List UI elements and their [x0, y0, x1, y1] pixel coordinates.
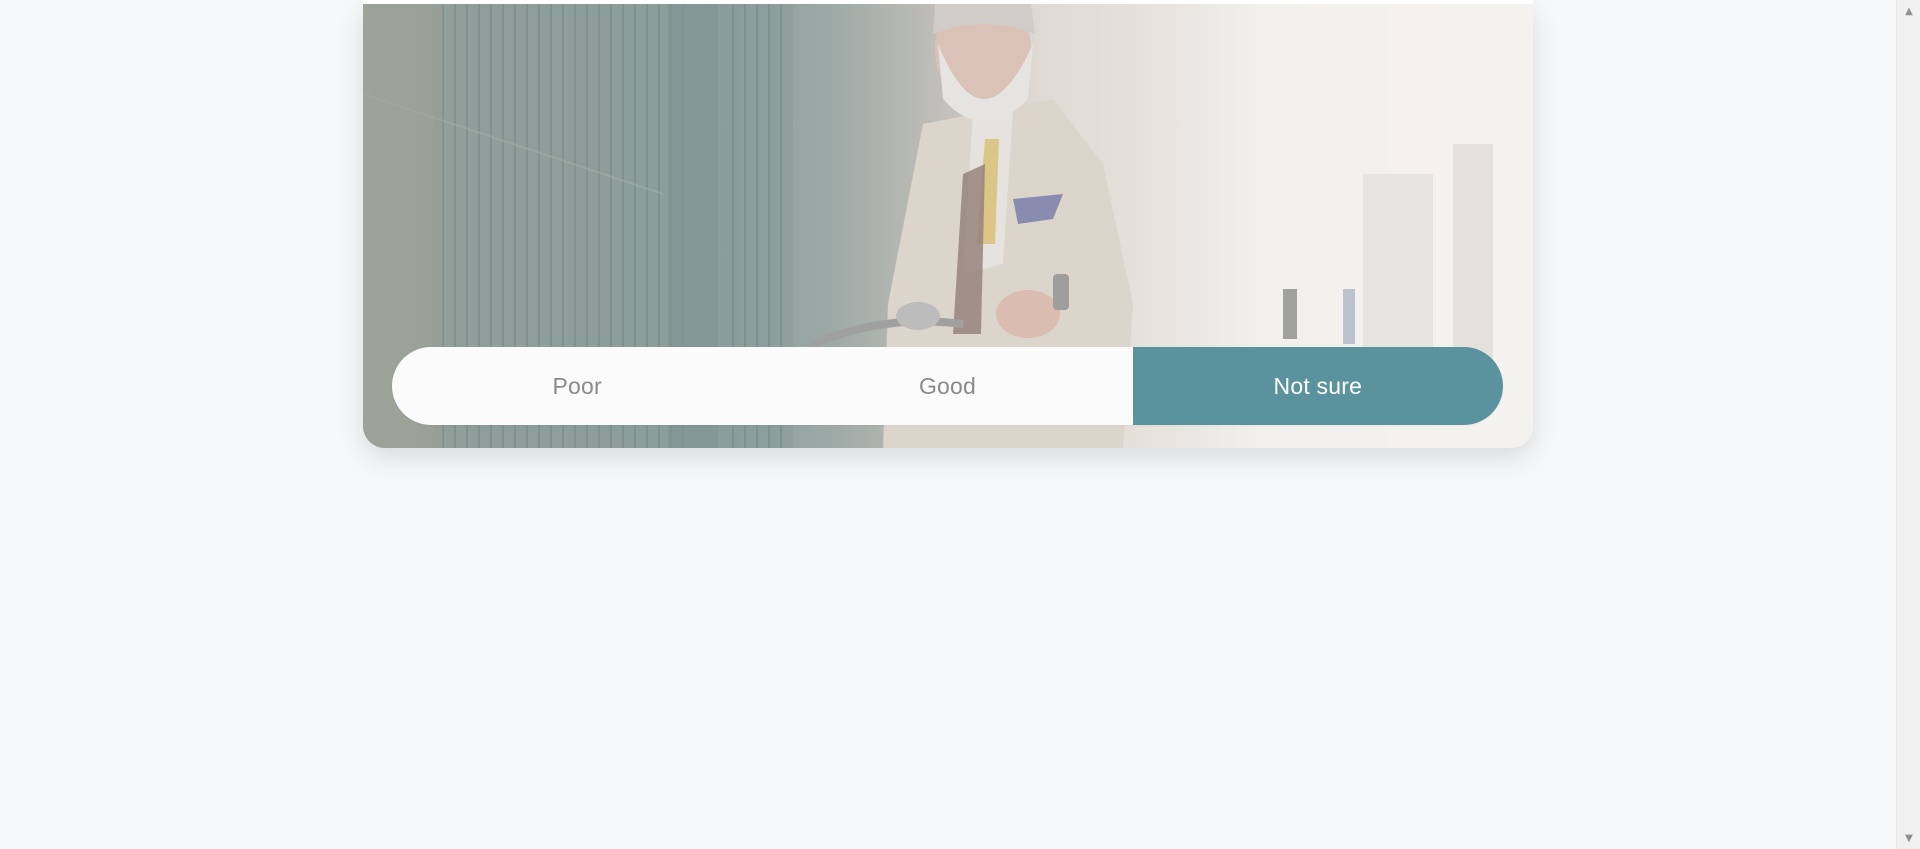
- rating-option-not-sure[interactable]: Not sure: [1132, 347, 1503, 425]
- page: Poor Good Not sure ▲ ▼: [0, 0, 1920, 849]
- triangle-up-icon[interactable]: ▲: [1897, 2, 1920, 20]
- rating-option-good[interactable]: Good: [762, 347, 1132, 425]
- page-scrollbar[interactable]: ▲ ▼: [1896, 0, 1920, 849]
- rating-segmented-control: Poor Good Not sure: [392, 347, 1503, 425]
- rating-card: Poor Good Not sure: [363, 0, 1533, 448]
- rating-option-poor[interactable]: Poor: [392, 347, 762, 425]
- triangle-down-icon[interactable]: ▼: [1897, 829, 1920, 847]
